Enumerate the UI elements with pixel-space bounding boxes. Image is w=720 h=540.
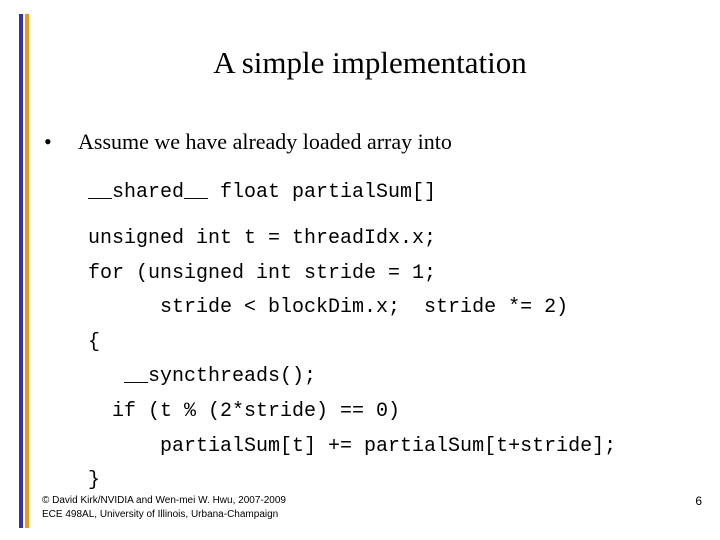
footer-credits: © David Kirk/NVIDIA and Wen-mei W. Hwu, …: [42, 494, 286, 522]
bullet-item-label: Assume we have already loaded array into: [78, 129, 452, 154]
code-line: stride < blockDim.x; stride *= 2): [88, 296, 569, 320]
page-title: A simple implementation: [213, 45, 527, 80]
code-line: __syncthreads();: [88, 365, 317, 389]
footer-line-copyright: © David Kirk/NVIDIA and Wen-mei W. Hwu, …: [42, 495, 286, 506]
bullet-item: • Assume we have already loaded array in…: [44, 128, 452, 156]
footer-line-course: ECE 498AL, University of Illinois, Urban…: [42, 509, 279, 520]
bullet-marker-icon: •: [44, 129, 52, 154]
page-number: 6: [695, 494, 702, 508]
code-line: if (t % (2*stride) == 0): [88, 399, 401, 423]
code-line: {: [88, 330, 101, 354]
code-line: unsigned int t = threadIdx.x;: [88, 227, 437, 250]
left-accent-bar-blue: [19, 14, 23, 528]
left-accent-bar-orange: [25, 14, 29, 528]
code-line: partialSum[t] += partialSum[t+stride];: [88, 434, 617, 458]
code-line-declaration: __shared__ float partialSum[]: [88, 181, 437, 204]
code-block: __shared__ float partialSum[] unsigned i…: [88, 164, 708, 499]
slide-canvas: A simple implementation • Assume we have…: [0, 0, 720, 540]
code-line: for (unsigned int stride = 1;: [88, 261, 437, 285]
